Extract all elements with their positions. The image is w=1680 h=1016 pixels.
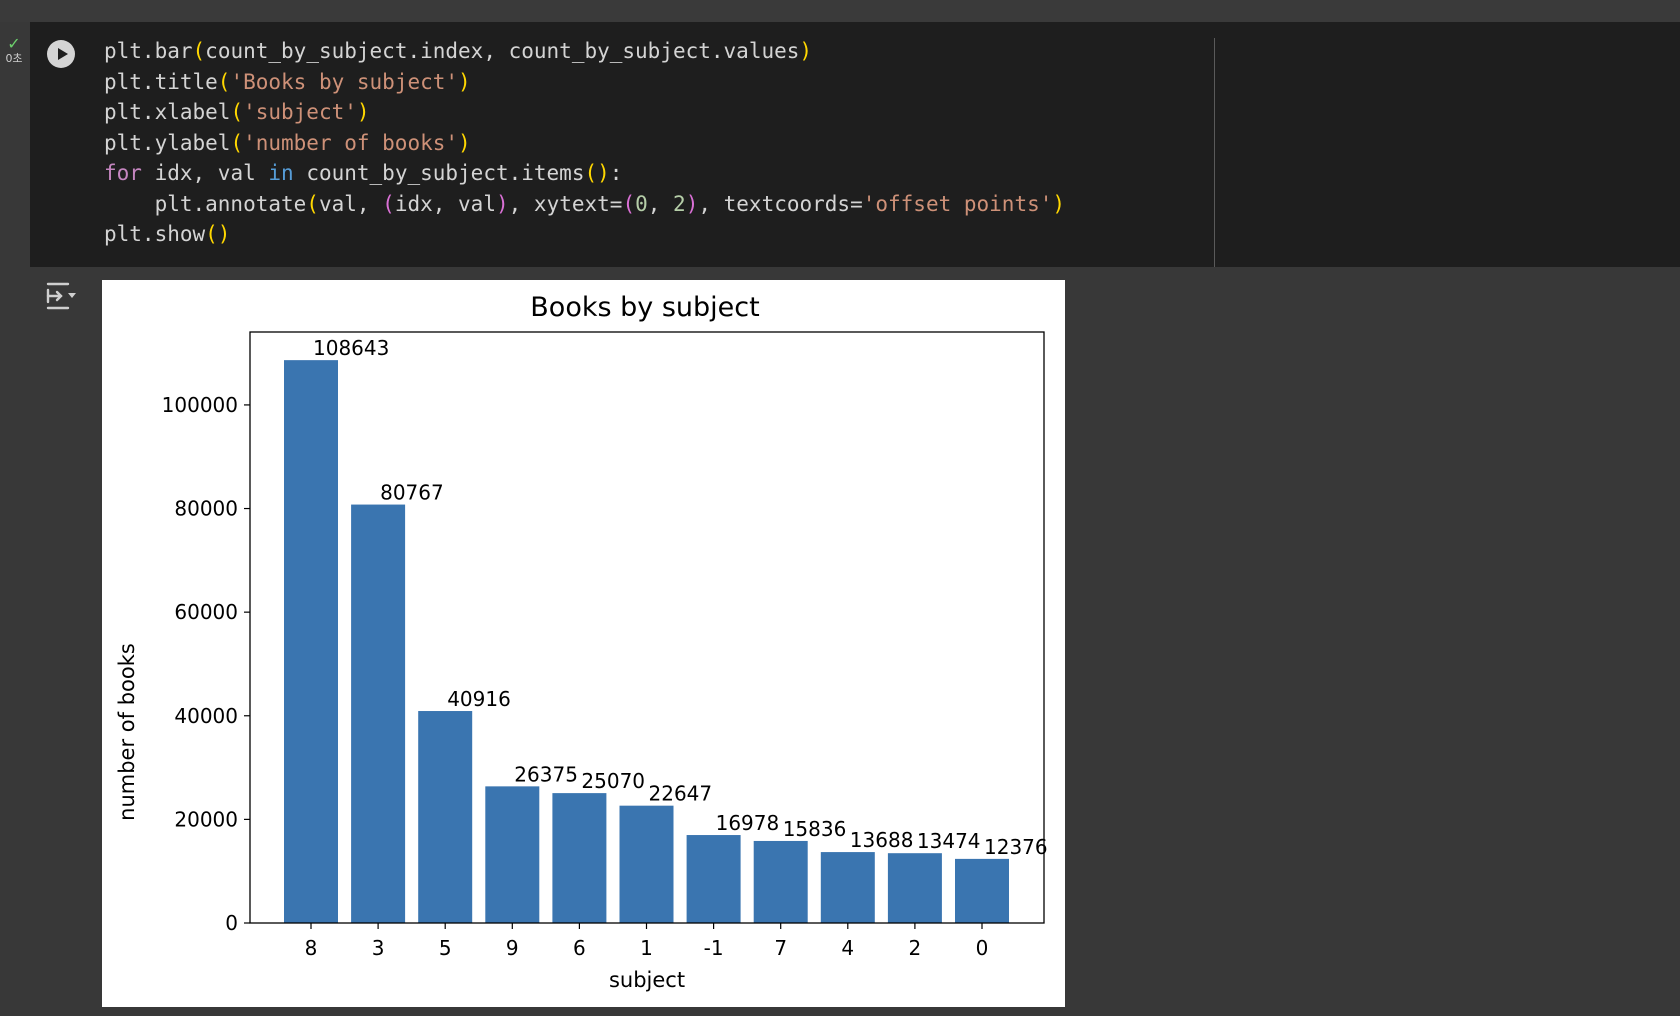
data-label: 25070 [581, 769, 645, 793]
output-options-icon[interactable] [44, 278, 80, 314]
data-label: 22647 [649, 782, 713, 806]
x-tick-label: 2 [909, 936, 922, 960]
data-label: 108643 [313, 336, 389, 360]
bar-5 [418, 711, 473, 923]
bar-1 [619, 805, 674, 923]
bar-chart: Books by subject 02000040000600008000010… [115, 292, 1048, 992]
code-line-6: plt.annotate(val, (idx, val), xytext=(0,… [104, 191, 1066, 216]
data-label: 16978 [716, 811, 780, 835]
bar-3 [351, 504, 406, 923]
x-axis-label: subject [609, 968, 685, 992]
bar-6 [552, 793, 607, 923]
cell-divider [1214, 38, 1215, 267]
chart-title: Books by subject [530, 292, 759, 323]
code-line-7: plt.show() [104, 222, 231, 246]
x-tick-label: 5 [439, 936, 452, 960]
y-tick-label: 60000 [174, 600, 238, 624]
bar--1 [686, 835, 741, 923]
y-tick-label: 40000 [174, 704, 238, 728]
x-tick-label: 8 [305, 936, 318, 960]
bar-2 [887, 853, 942, 923]
data-label: 80767 [380, 481, 444, 505]
plot-output: Books by subject 0 20000 40000 60000 80000 10… [102, 280, 1065, 1007]
x-tick-label: 3 [372, 936, 385, 960]
x-tick-label: 1 [640, 936, 653, 960]
y-axis-label: number of books [115, 643, 139, 821]
y-tick-label: 100000 [162, 393, 238, 417]
code-line-1: plt.bar(count_by_subject.index, count_by… [104, 39, 813, 63]
execution-time: 0초 [5, 52, 23, 65]
x-tick-label: 0 [976, 936, 989, 960]
code-line-4: plt.ylabel('number of books') [104, 130, 471, 155]
data-label: 13688 [850, 828, 914, 852]
code-line-5: for idx, val in count_by_subject.items()… [104, 161, 623, 185]
code-line-3: plt.xlabel('subject') [104, 100, 370, 124]
x-tick-label: -1 [704, 936, 724, 960]
code-line-2: plt.title('Books by subject') [104, 69, 471, 94]
y-tick-label: 0 [225, 911, 238, 935]
x-tick-label: 4 [841, 936, 854, 960]
y-tick-label: 80000 [174, 497, 238, 521]
data-label: 15836 [783, 817, 847, 841]
data-label: 12376 [984, 835, 1048, 859]
x-tick-label: 9 [506, 936, 519, 960]
code-cell[interactable]: plt.bar(count_by_subject.index, count_by… [30, 22, 1680, 267]
bar-4 [820, 852, 875, 923]
code-editor[interactable]: plt.bar(count_by_subject.index, count_by… [104, 36, 1065, 250]
bar-7 [753, 840, 808, 923]
bar-0 [955, 858, 1009, 923]
data-label: 13474 [917, 829, 981, 853]
data-label: 40916 [447, 687, 511, 711]
y-tick-label: 20000 [174, 807, 238, 831]
cell-status: ✓ 0초 [0, 36, 28, 66]
data-label: 26375 [514, 762, 578, 786]
top-bar [0, 0, 1680, 22]
x-tick-label: 6 [573, 936, 586, 960]
check-icon: ✓ [7, 34, 21, 53]
bar-9 [485, 786, 540, 923]
bar-8 [284, 360, 338, 924]
play-icon[interactable] [47, 40, 75, 68]
x-tick-label: 7 [774, 936, 787, 960]
